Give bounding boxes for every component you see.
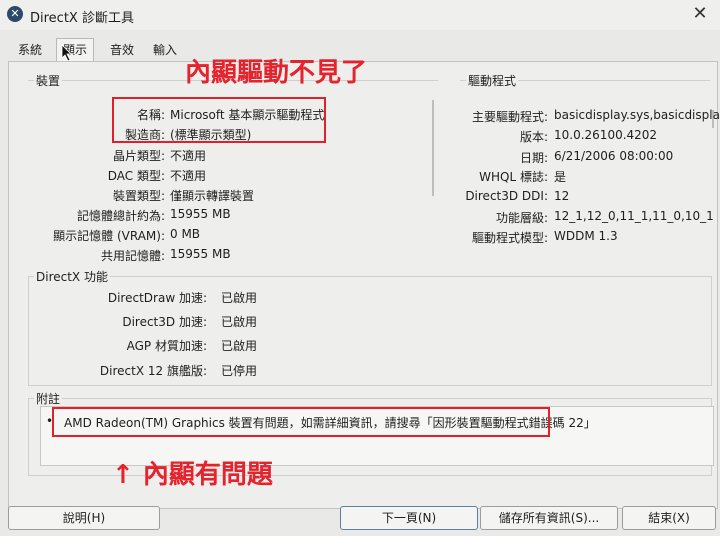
highlight-box-notes	[52, 407, 550, 437]
driver-value-main: basicdisplay.sys,basicdisplay.sys	[554, 108, 720, 122]
device-value-total-memory: 15955 MB	[170, 207, 231, 221]
save-all-info-button[interactable]: 儲存所有資訊(S)...	[480, 506, 618, 530]
exit-button[interactable]: 結束(X)	[622, 506, 716, 530]
help-button[interactable]: 說明(H)	[8, 506, 160, 530]
driver-label-feature-levels: 功能層級:	[495, 211, 548, 225]
driver-label-main: 主要驅動程式:	[471, 110, 548, 124]
window-close-button[interactable]: ✕	[688, 3, 712, 25]
tab-sound[interactable]: 音效	[110, 40, 134, 60]
driver-label-version: 版本:	[519, 130, 548, 144]
title-bar: ✕ DirectX 診斷工具 ✕	[0, 0, 720, 30]
feature-value-direct3d: 已啟用	[221, 315, 258, 329]
device-label-total-memory: 記憶體總計約為:	[76, 209, 165, 223]
drivers-group-title: 驅動程式	[466, 72, 519, 89]
driver-label-date: 日期:	[519, 151, 548, 165]
device-value-chip-type: 不適用	[170, 149, 207, 163]
window-title: DirectX 診斷工具	[30, 11, 134, 26]
device-value-vram: 0 MB	[170, 227, 201, 241]
driver-label-whql: WHQL 標誌:	[479, 170, 548, 184]
device-group-title: 裝置	[34, 72, 63, 89]
tab-system[interactable]: 系統	[18, 40, 42, 60]
device-label-chip-type: 晶片類型:	[112, 149, 165, 163]
driver-value-d3d-ddi: 12	[554, 189, 570, 203]
device-label-dac-type: DAC 類型:	[107, 169, 165, 183]
feature-label-agp: AGP 材質加速:	[126, 339, 207, 353]
driver-label-model: 驅動程式模型:	[471, 231, 548, 245]
annotation-igpu-problem: ↑ 內顯有問題	[112, 460, 273, 490]
next-page-button[interactable]: 下一頁(N)	[340, 506, 478, 530]
mouse-cursor-icon	[61, 44, 72, 62]
directx-app-icon: ✕	[7, 6, 23, 22]
driver-value-model: WDDM 1.3	[554, 229, 618, 243]
device-value-device-type: 僅顯示轉譯裝置	[170, 189, 255, 203]
feature-label-directdraw: DirectDraw 加速:	[107, 291, 207, 305]
highlight-box-driver	[112, 97, 326, 143]
notes-group-title: 附註	[34, 390, 63, 407]
feature-label-dx12-ultimate: DirectX 12 旗艦版:	[99, 364, 207, 378]
feature-value-agp: 已啟用	[221, 339, 258, 353]
device-label-device-type: 裝置類型:	[112, 189, 165, 203]
driver-label-d3d-ddi: Direct3D DDI:	[465, 189, 548, 203]
device-label-vram: 顯示記憶體 (VRAM):	[53, 229, 165, 243]
feature-value-directdraw: 已啟用	[221, 291, 258, 305]
device-scrollbar[interactable]	[432, 100, 434, 196]
device-value-dac-type: 不適用	[170, 169, 207, 183]
feature-value-dx12-ultimate: 已停用	[221, 364, 258, 378]
annotation-driver-missing: 內顯驅動不見了	[185, 58, 368, 88]
feature-label-direct3d: Direct3D 加速:	[122, 315, 207, 329]
device-value-shared-memory: 15955 MB	[170, 247, 231, 261]
driver-value-date: 6/21/2006 08:00:00	[554, 149, 674, 163]
directx-features-title: DirectX 功能	[34, 268, 110, 285]
driver-value-feature-levels: 12_1,12_0,11_1,11_0,10_1,10_0,9_	[554, 209, 714, 223]
driver-value-version: 10.0.26100.4202	[554, 128, 658, 142]
driver-value-whql: 是	[554, 170, 567, 184]
device-label-shared-memory: 共用記憶體:	[100, 249, 165, 263]
tab-input[interactable]: 輸入	[153, 40, 177, 60]
